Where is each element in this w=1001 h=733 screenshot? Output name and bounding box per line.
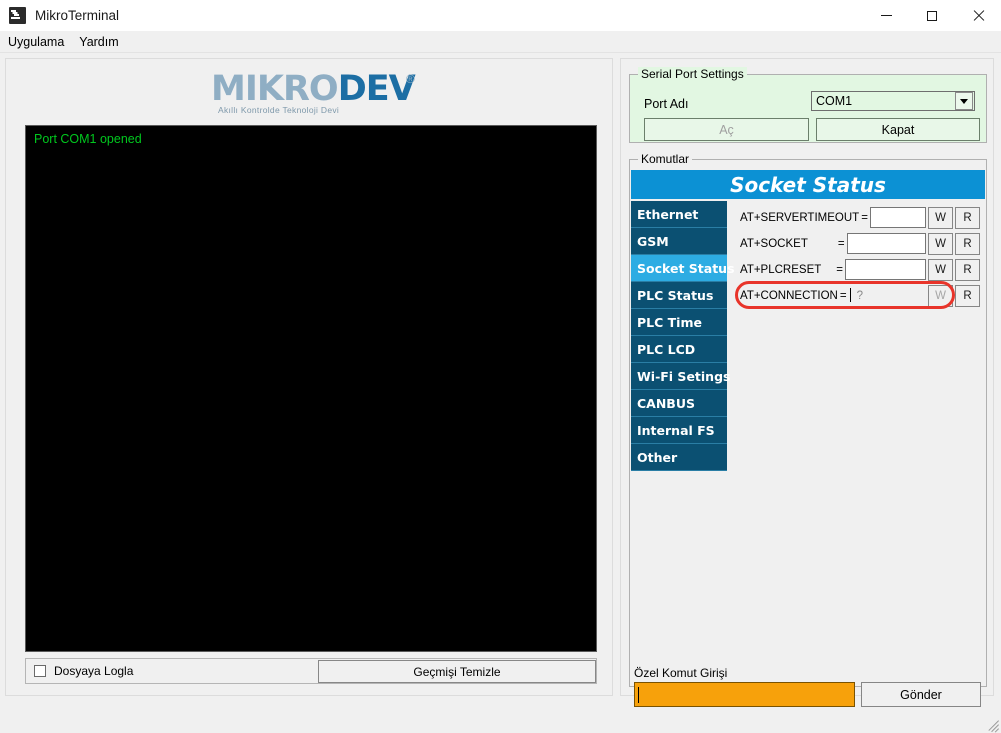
terminal-icon: [9, 7, 26, 24]
menu-item-uygulama[interactable]: Uygulama: [1, 33, 71, 51]
terminal-panel: MIKRODEV ® Akıllı Kontrolde Teknoloji De…: [5, 58, 613, 696]
command-label-plcreset: AT+PLCRESET: [740, 264, 821, 276]
write-button-servertimeout[interactable]: W: [928, 207, 953, 229]
minimize-button[interactable]: [863, 0, 909, 31]
commands-group: Komutlar Socket Status Ethernet GSM Sock…: [629, 159, 987, 687]
command-input-connection-placeholder: ?: [852, 290, 863, 302]
port-name-value: COM1: [812, 94, 955, 108]
tab-canbus[interactable]: CANBUS: [631, 390, 727, 417]
tab-socket-status[interactable]: Socket Status: [631, 255, 727, 282]
maximize-button[interactable]: [909, 0, 955, 31]
tab-wifi-setings[interactable]: Wi-Fi Setings: [631, 363, 727, 390]
command-input-connection[interactable]: ?: [849, 285, 926, 306]
terminal-output[interactable]: Port COM1 opened: [25, 125, 597, 652]
menu-bar: Uygulama Yardım: [0, 31, 1001, 53]
window-titlebar: MikroTerminal: [0, 0, 1001, 31]
port-name-select[interactable]: COM1: [811, 91, 975, 111]
command-input-servertimeout[interactable]: [870, 207, 926, 228]
open-port-button[interactable]: Aç: [644, 118, 809, 141]
window-title: MikroTerminal: [35, 8, 119, 23]
command-category-tabs: Ethernet GSM Socket Status PLC Status PL…: [631, 201, 727, 471]
command-label-servertimeout: AT+SERVERTIMEOUT: [740, 212, 859, 224]
minimize-icon: [881, 15, 892, 16]
command-equals-socket: =: [838, 238, 845, 250]
close-port-button[interactable]: Kapat: [816, 118, 980, 141]
tab-gsm[interactable]: GSM: [631, 228, 727, 255]
serial-port-settings-group: Serial Port Settings Port Adı COM1 Aç Ka…: [629, 74, 987, 143]
logo-wordmark: MIKRODEV: [211, 69, 415, 109]
custom-command-input[interactable]: [634, 682, 855, 707]
commands-header-text: Socket Status: [730, 173, 886, 197]
logo-text-mikro: MIKRO: [211, 69, 338, 109]
write-button-connection[interactable]: W: [928, 285, 953, 307]
read-button-servertimeout[interactable]: R: [955, 207, 980, 229]
read-button-socket[interactable]: R: [955, 233, 980, 255]
clear-history-button[interactable]: Geçmişi Temizle: [318, 660, 596, 683]
command-row-socket: AT+SOCKET = W R: [740, 232, 980, 255]
menu-item-yardim[interactable]: Yardım: [72, 33, 125, 51]
tab-internal-fs[interactable]: Internal FS: [631, 417, 727, 444]
command-field-list: AT+SERVERTIMEOUT = W R AT+SOCKET = W R A…: [740, 206, 980, 310]
command-equals-connection: =: [840, 290, 847, 302]
settings-panel: Serial Port Settings Port Adı COM1 Aç Ka…: [620, 58, 994, 696]
text-caret: [850, 288, 851, 302]
log-to-file-checkbox[interactable]: Dosyaya Logla: [26, 664, 306, 678]
brand-logo: MIKRODEV ® Akıllı Kontrolde Teknoloji De…: [6, 59, 612, 121]
command-input-socket[interactable]: [847, 233, 926, 254]
write-button-plcreset[interactable]: W: [928, 259, 953, 281]
command-input-plcreset[interactable]: [845, 259, 926, 280]
logo-tagline: Akıllı Kontrolde Teknoloji Devi: [218, 105, 339, 115]
command-row-servertimeout: AT+SERVERTIMEOUT = W R: [740, 206, 980, 229]
command-label-connection: AT+CONNECTION: [740, 290, 838, 302]
registered-trademark-icon: ®: [406, 72, 415, 86]
tab-ethernet[interactable]: Ethernet: [631, 201, 727, 228]
read-button-plcreset[interactable]: R: [955, 259, 980, 281]
commands-group-title: Komutlar: [638, 152, 692, 166]
write-button-socket[interactable]: W: [928, 233, 953, 255]
custom-command-label: Özel Komut Girişi: [634, 666, 727, 680]
command-equals-plcreset: =: [836, 264, 843, 276]
command-equals-servertimeout: =: [861, 212, 868, 224]
tab-other[interactable]: Other: [631, 444, 727, 471]
serial-port-settings-title: Serial Port Settings: [638, 67, 747, 81]
chevron-down-icon[interactable]: [955, 92, 973, 110]
checkbox-box[interactable]: [34, 665, 46, 677]
close-button[interactable]: [955, 0, 1001, 31]
port-name-label: Port Adı: [644, 97, 688, 111]
log-to-file-label: Dosyaya Logla: [54, 664, 133, 678]
command-label-socket: AT+SOCKET: [740, 238, 808, 250]
terminal-bottom-bar: Dosyaya Logla Geçmişi Temizle: [25, 658, 597, 684]
commands-header: Socket Status: [631, 170, 985, 199]
tab-plc-status[interactable]: PLC Status: [631, 282, 727, 309]
read-button-connection[interactable]: R: [955, 285, 980, 307]
command-row-connection: AT+CONNECTION = ? W R: [740, 284, 980, 307]
tab-plc-time[interactable]: PLC Time: [631, 309, 727, 336]
tab-plc-lcd[interactable]: PLC LCD: [631, 336, 727, 363]
logo-text-dev: DEV: [338, 69, 415, 109]
send-command-button[interactable]: Gönder: [861, 682, 981, 707]
resize-grip[interactable]: [985, 715, 999, 729]
text-caret: [638, 687, 639, 703]
close-icon: [972, 10, 984, 22]
terminal-output-text: Port COM1 opened: [34, 132, 588, 147]
caret-glyph: [960, 99, 968, 104]
maximize-icon: [927, 11, 937, 21]
command-row-plcreset: AT+PLCRESET = W R: [740, 258, 980, 281]
